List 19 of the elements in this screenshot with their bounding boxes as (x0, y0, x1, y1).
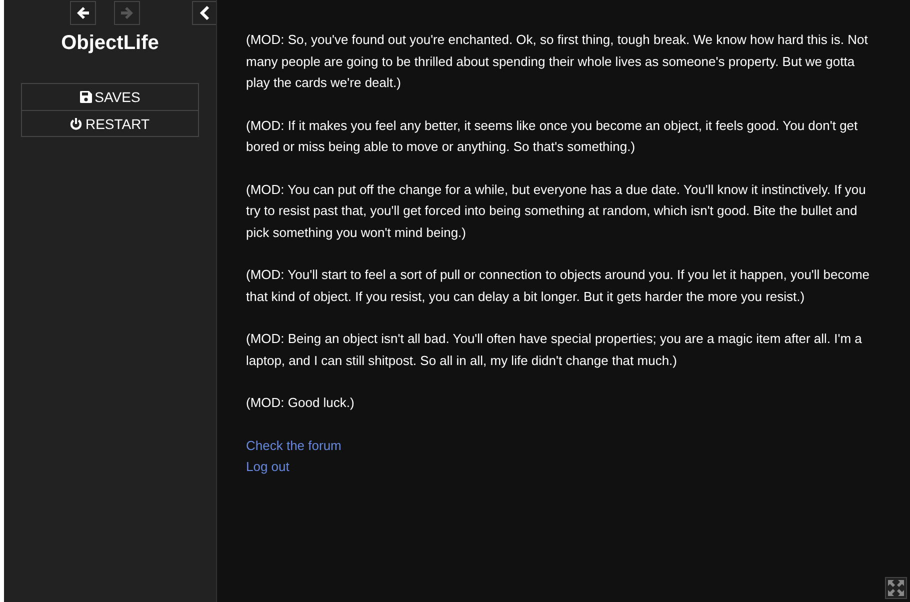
expand-icon (888, 580, 904, 596)
left-arrow-icon (76, 6, 90, 20)
chevron-left-icon (200, 6, 210, 20)
passage-paragraph: (MOD: Good luck.) (246, 394, 356, 412)
passage-link[interactable]: Check the forum (246, 434, 342, 456)
passage-link[interactable]: Log out (246, 456, 290, 478)
collapse-sidebar-button[interactable] (192, 1, 216, 25)
passage-paragraph: (MOD: So, you've found out you're enchanted. Ok, so first thing, tough break. We know how hard this is. Not many people are going to be thrilled about spending their whole lives as someone's property. But we gotta play the cards we're dealt.) (246, 31, 869, 92)
passage-paragraph: (MOD: Being an object isn't all bad. You'll often have special properties; you are a magic item after all. I'm a laptop, and I can still shitpost. So all in all, my life didn't change that much.) (246, 330, 863, 370)
restart-button[interactable]: RESTART (22, 110, 198, 136)
power-icon (70, 118, 82, 130)
back-button[interactable] (70, 1, 96, 25)
right-arrow-icon (120, 6, 134, 20)
saves-button[interactable]: SAVES (22, 84, 198, 110)
passage-paragraph: (MOD: You'll start to feel a sort of pull or connection to objects around you. If you let it happen, you'll become that kind of object. If you resist, you can delay a bit longer. But it gets harder the more you resist.) (246, 266, 871, 306)
fullscreen-button[interactable] (885, 577, 907, 599)
passage-paragraph: (MOD: You can put off the change for a while, but everyone has a due date. You'll know it instinctively. If you try to resist past that, you'll get forced into being something at random, which isn't good. Bite the bullet and pick something you won't mind being.) (246, 180, 867, 242)
story-title: ObjectLife (61, 32, 159, 55)
passage-paragraph: (MOD: If it makes you feel any better, it seems like once you become an object, it feels good. You don't get bored or miss being able to move or anything. So that's something.) (246, 116, 859, 156)
